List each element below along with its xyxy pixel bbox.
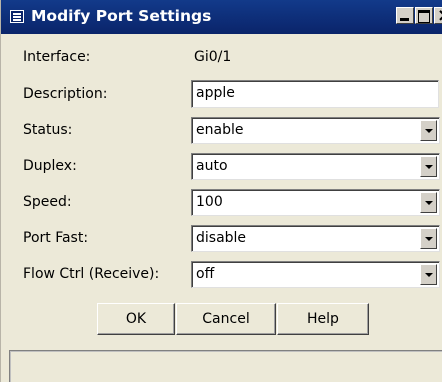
ok-button[interactable]: OK [97,303,175,335]
description-field[interactable]: apple [191,80,439,108]
duplex-select[interactable]: auto [191,153,440,180]
flow-ctrl-label: Flow Ctrl (Receive): [23,266,160,282]
speed-select-value: 100 [196,194,223,210]
chevron-down-icon[interactable] [420,228,437,249]
cancel-button[interactable]: Cancel [176,303,276,335]
close-button[interactable] [434,5,442,26]
status-label: Status: [23,122,73,138]
window-menu-icon[interactable] [10,10,24,23]
speed-label: Speed: [23,194,72,210]
chevron-down-icon[interactable] [420,192,437,213]
duplex-select-value: auto [196,158,228,174]
window-title: Modify Port Settings [31,7,212,25]
speed-select[interactable]: 100 [191,189,440,216]
chevron-down-icon[interactable] [420,120,437,141]
flow-ctrl-select[interactable]: off [191,261,440,288]
status-select-value: enable [196,122,244,138]
description-label: Description: [23,86,108,102]
port-fast-select-value: disable [196,230,247,246]
port-fast-label: Port Fast: [23,230,89,246]
dialog-window: Modify Port Settings Interface: Gi0/1 De… [0,0,442,382]
duplex-label: Duplex: [23,158,77,174]
interface-label: Interface: [23,49,91,65]
interface-value: Gi0/1 [194,49,232,65]
help-button[interactable]: Help [277,303,369,335]
title-bar[interactable]: Modify Port Settings [1,0,442,34]
chevron-down-icon[interactable] [420,264,437,285]
minimize-button[interactable] [396,7,414,24]
maximize-button[interactable] [415,7,433,24]
status-bar [9,350,442,382]
status-select[interactable]: enable [191,117,440,144]
port-fast-select[interactable]: disable [191,225,440,252]
chevron-down-icon[interactable] [420,156,437,177]
flow-ctrl-select-value: off [196,266,215,282]
